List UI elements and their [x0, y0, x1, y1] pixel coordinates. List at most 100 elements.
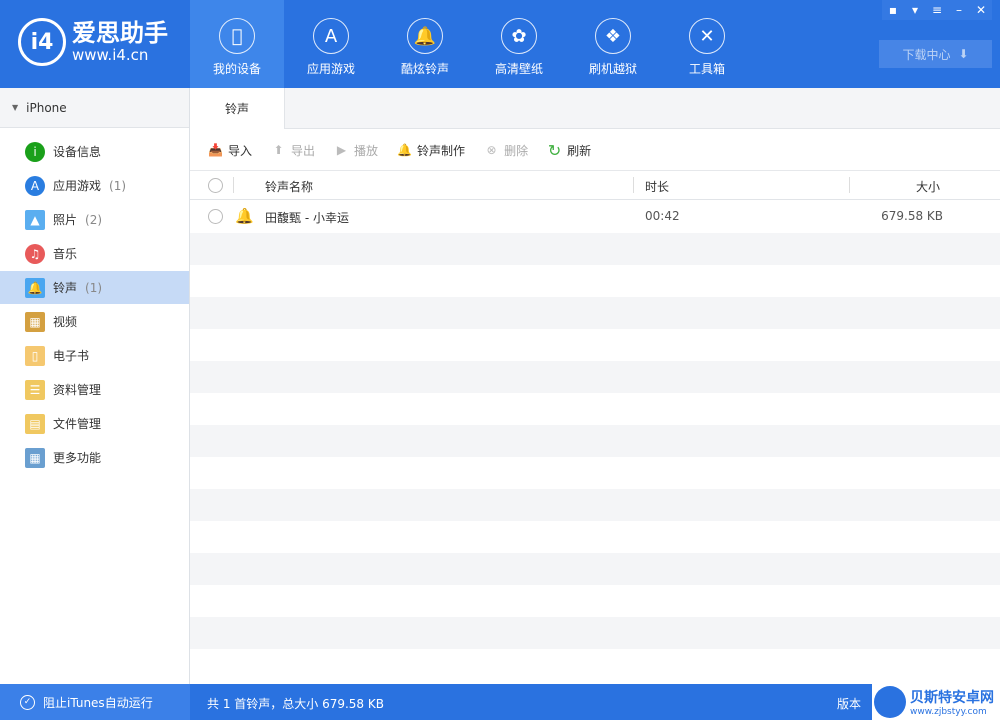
nav-label: 高清壁纸 [494, 62, 543, 76]
empty-row [190, 585, 1000, 617]
nav-label: 工具箱 [688, 62, 725, 76]
download-center-label: 下载中心 [902, 47, 951, 62]
header-duration[interactable]: 时长 [645, 178, 669, 195]
table-row[interactable]: 🔔 田馥甄 - 小幸运 00:42 679.58 KB [190, 201, 1000, 233]
skin-icon[interactable]: ▾ [904, 0, 926, 20]
check-circle-icon: ✓ [20, 694, 35, 710]
export-button[interactable]: ⬆ 导出 [270, 142, 315, 159]
logo-url: www.i4.cn [72, 46, 149, 64]
sidebar-item-label: 音乐 [53, 247, 78, 261]
sidebar-item[interactable]: ▤ 文件管理 [0, 407, 189, 440]
music-icon: ♫ [25, 243, 45, 264]
apple-icon:  [219, 18, 255, 54]
table-header: 铃声名称 时长 大小 [190, 171, 1000, 200]
make-ringtone-button[interactable]: 🔔 铃声制作 [396, 142, 465, 159]
watermark-title: 贝斯特安卓网 [910, 690, 994, 706]
nav-apps[interactable]: A 应用游戏 [284, 0, 378, 88]
refresh-icon: ↻ [547, 140, 562, 160]
sidebar-item[interactable]: ▦ 视频 [0, 305, 189, 338]
tools-icon: ✕ [689, 18, 725, 54]
sidebar-item-count: (1) [85, 280, 103, 295]
collapse-icon: ▼ [12, 103, 19, 112]
nav-toolbox[interactable]: ✕ 工具箱 [660, 0, 754, 88]
play-button[interactable]: ▶ 播放 [333, 142, 378, 159]
play-icon: ▶ [336, 143, 347, 157]
row-checkbox[interactable] [208, 209, 223, 224]
status-bar: ✓ 阻止iTunes自动运行 共 1 首铃声，总大小 679.58 KB 版本 [0, 684, 1000, 720]
flower-icon: ✿ [501, 18, 537, 54]
nav-flash-jailbreak[interactable]: ❖ 刷机越狱 [566, 0, 660, 88]
select-all-checkbox[interactable] [208, 178, 223, 193]
sidebar-item-label: 照片 [53, 213, 78, 227]
sidebar-item[interactable]: ▯ 电子书 [0, 339, 189, 372]
sidebar-item[interactable]: ▲ 照片 (2) [0, 203, 189, 236]
empty-row [190, 489, 1000, 521]
sidebar-item[interactable]: ☰ 资料管理 [0, 373, 189, 406]
tab-ringtones[interactable]: 铃声 [190, 88, 285, 129]
import-button[interactable]: 📥 导入 [207, 142, 252, 159]
app-store-icon: A [25, 175, 45, 196]
nav-label: 我的设备 [212, 62, 261, 76]
sidebar: ▼ iPhone i 设备信息 A 应用游戏 (1) ▲ 照片 (2) ♫ 音乐 🔔 铃声 (1) ▦ 视频 ▯… [0, 88, 190, 684]
header-name[interactable]: 铃声名称 [265, 178, 313, 195]
info-icon: i [25, 141, 45, 162]
delete-icon: ⊗ [486, 143, 497, 157]
sidebar-item[interactable]: ▦ 更多功能 [0, 441, 189, 474]
device-header[interactable]: ▼ iPhone [0, 88, 189, 128]
button-label: 铃声制作 [417, 143, 466, 158]
status-summary: 共 1 首铃声，总大小 679.58 KB [207, 697, 384, 711]
logo-title: 爱思助手 [72, 19, 168, 47]
block-itunes-toggle[interactable]: ✓ 阻止iTunes自动运行 [0, 684, 190, 720]
empty-row [190, 329, 1000, 361]
sidebar-item-label: 电子书 [53, 349, 90, 363]
bell-plus-icon: 🔔 [397, 143, 413, 157]
box-icon: ❖ [595, 18, 631, 54]
delete-button[interactable]: ⊗ 删除 [483, 142, 529, 159]
empty-row [190, 553, 1000, 585]
nav-label: 刷机越狱 [588, 62, 637, 76]
bell-icon: 🔔 [407, 18, 443, 54]
sidebar-item-label: 设备信息 [53, 145, 102, 159]
tab-bar: 铃声 [190, 88, 1000, 129]
download-icon: ⬇ [958, 47, 969, 61]
tab-label: 铃声 [224, 102, 249, 116]
download-center-button[interactable]: 下载中心 ⬇ [879, 40, 992, 68]
empty-row [190, 265, 1000, 297]
empty-row [190, 233, 1000, 265]
empty-row [190, 649, 1000, 681]
ringtone-name: 田馥甄 - 小幸运 [265, 211, 349, 225]
empty-row [190, 393, 1000, 425]
ringtone-size: 679.58 KB [881, 209, 943, 223]
sidebar-item-label: 文件管理 [53, 417, 102, 431]
sidebar-item[interactable]: A 应用游戏 (1) [0, 169, 189, 202]
header: i4 爱思助手www.i4.cn  我的设备 A 应用游戏 🔔 酷炫铃声 ✿ 高清壁纸… [0, 0, 1000, 88]
menu-icon[interactable]: ≡ [926, 0, 948, 20]
minimize-icon[interactable]: – [948, 0, 970, 20]
sidebar-item-label: 铃声 [53, 281, 78, 295]
empty-row [190, 361, 1000, 393]
logo: i4 爱思助手 www.i4.cn [18, 18, 168, 66]
sidebar-item[interactable]: 🔔 铃声 (1) [0, 271, 189, 304]
button-label: 导出 [291, 143, 316, 158]
close-icon[interactable]: ✕ [970, 0, 992, 20]
watermark: 贝斯特安卓网 www.zjbstyy.com [872, 684, 1000, 720]
book-icon: ▯ [25, 345, 45, 366]
import-icon: 📥 [208, 143, 223, 157]
sidebar-item[interactable]: i 设备信息 [0, 135, 189, 168]
watermark-url: www.zjbstyy.com [910, 707, 987, 717]
device-name: iPhone [26, 100, 67, 115]
empty-row [190, 521, 1000, 553]
nav-label: 应用游戏 [306, 62, 355, 76]
nav-my-device[interactable]:  我的设备 [190, 0, 284, 88]
empty-row [190, 425, 1000, 457]
header-size[interactable]: 大小 [916, 178, 940, 195]
nav-wallpapers[interactable]: ✿ 高清壁纸 [472, 0, 566, 88]
photo-icon: ▲ [25, 209, 45, 230]
sidebar-item[interactable]: ♫ 音乐 [0, 237, 189, 270]
export-icon: ⬆ [273, 143, 284, 157]
nav-ringtones[interactable]: 🔔 酷炫铃声 [378, 0, 472, 88]
ringtone-duration: 00:42 [645, 209, 680, 223]
feedback-icon[interactable]: ▪ [882, 0, 904, 20]
sidebar-item-count: (1) [109, 178, 127, 193]
refresh-button[interactable]: ↻ 刷新 [546, 140, 591, 160]
